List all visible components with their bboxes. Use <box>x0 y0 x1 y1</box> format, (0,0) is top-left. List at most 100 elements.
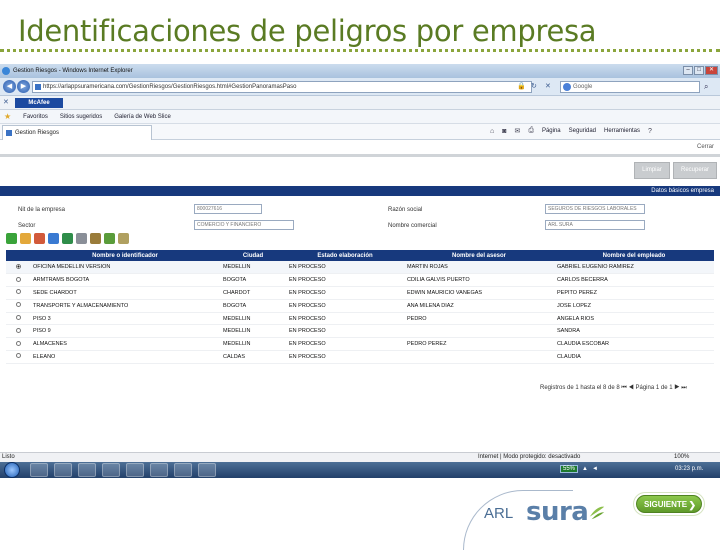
taskbar-word-icon[interactable] <box>174 463 192 477</box>
row-radio-button[interactable] <box>15 302 21 308</box>
search-icon[interactable]: ⌕ <box>704 82 708 92</box>
table-row[interactable]: ALMACENES MEDELLIN EN PROCESO PEDRO PEREZ CL… <box>6 337 714 352</box>
table-row[interactable]: ARMTRAMS BOGOTA BOGOTA EN PROCESO CDILIA GA… <box>6 273 714 288</box>
copy-icon[interactable] <box>118 233 129 244</box>
battery-indicator[interactable]: 55% <box>560 465 579 473</box>
list-icon[interactable] <box>76 233 87 244</box>
table-cell: EN PROCESO <box>286 312 404 326</box>
clear-button[interactable]: Limpiar <box>634 162 670 179</box>
table-row[interactable]: SEDE CHARDOT CHARDOT EN PROCESO EDWIN MAURI… <box>6 286 714 300</box>
sector-field[interactable]: COMERCIO Y FINANCIERO <box>194 220 294 230</box>
volume-icon[interactable]: ◄ <box>592 466 598 472</box>
taskbar-ie-icon[interactable] <box>30 463 48 477</box>
nombre-comercial-label: Nombre comercial <box>388 223 437 229</box>
search-placeholder: Google <box>573 84 593 90</box>
table-cell: PEDRO PEREZ <box>404 337 554 352</box>
chevron-right-icon: ❯ <box>688 500 696 510</box>
stop-icon[interactable]: ✕ <box>545 82 551 90</box>
table-row[interactable]: PISO 9 MEDELLIN EN PROCESO SANDRA <box>6 324 714 339</box>
export-icon[interactable] <box>104 233 115 244</box>
add-icon[interactable] <box>6 233 17 244</box>
mcafee-toolbar: ✕ McAfee <box>0 96 720 110</box>
row-radio-button[interactable] <box>15 327 21 333</box>
forward-button[interactable]: ▶ <box>17 80 30 93</box>
start-button[interactable] <box>4 462 20 478</box>
document-icon[interactable] <box>34 233 45 244</box>
search-input[interactable]: Google <box>560 81 700 93</box>
edit-icon[interactable] <box>20 233 31 244</box>
network-icon[interactable]: ▲ <box>582 466 588 472</box>
table-row[interactable]: ELEANO CALDAS EN PROCESO CLAUDIA <box>6 350 714 364</box>
table-cell: CALDAS <box>220 350 286 364</box>
address-bar-row: ◀ ▶ https://arlappsuramericana.com/Gesti… <box>0 78 720 96</box>
favorites-bar: ★ Favoritos Sitios sugeridos Galería de … <box>0 110 720 124</box>
row-radio-button[interactable] <box>15 353 21 359</box>
address-input[interactable]: https://arlappsuramericana.com/GestionRi… <box>32 81 532 93</box>
maximize-button[interactable]: □ <box>694 66 704 75</box>
table-row[interactable]: PISO 3 MEDELLIN EN PROCESO PEDRO ANGELA RIOS <box>6 312 714 326</box>
row-radio-button[interactable] <box>15 263 21 269</box>
taskbar-media-icon[interactable] <box>78 463 96 477</box>
table-cell: PEPITO PEREZ <box>554 286 714 300</box>
mail-icon[interactable]: ✉ <box>514 127 520 135</box>
help-icon[interactable]: ? <box>648 128 652 135</box>
razon-social-field[interactable]: SEGUROS DE RIESGOS LABORALES <box>545 204 645 214</box>
report-icon[interactable] <box>90 233 101 244</box>
table-row[interactable]: OFICINA MEDELLIN VERSION MEDELLIN EN PROCE… <box>6 261 714 275</box>
last-page-icon[interactable]: ⏭ <box>681 385 686 391</box>
row-select-cell <box>6 324 30 339</box>
suggested-sites-link[interactable]: Sitios sugeridos <box>60 114 102 120</box>
refresh-icon[interactable]: ↻ <box>531 82 537 90</box>
next-button[interactable]: SIGUIENTE ❯ <box>636 495 702 513</box>
column-header: Nombre del asesor <box>404 250 554 261</box>
web-slice-gallery-link[interactable]: Galería de Web Slice <box>114 114 171 120</box>
prev-page-icon[interactable]: ◀ <box>628 385 635 391</box>
retrieve-button[interactable]: Recuperar <box>673 162 717 179</box>
favorites-button[interactable]: Favoritos <box>23 114 48 120</box>
table-cell: PEDRO <box>404 312 554 326</box>
taskbar-excel-icon[interactable] <box>150 463 168 477</box>
excel-icon[interactable] <box>62 233 73 244</box>
first-page-icon[interactable]: ⏮ <box>621 385 626 391</box>
taskbar-powerpoint-icon[interactable] <box>126 463 144 477</box>
clock[interactable]: 03:23 p.m. <box>675 466 703 472</box>
lock-icon[interactable]: 🔒 <box>517 82 526 90</box>
back-button[interactable]: ◀ <box>3 80 16 93</box>
table-cell: ARMTRAMS BOGOTA <box>30 273 220 288</box>
feeds-icon[interactable]: ◙ <box>502 128 506 135</box>
taskbar-chrome-icon[interactable] <box>102 463 120 477</box>
mcafee-button[interactable]: McAfee <box>15 98 63 108</box>
close-link[interactable]: Cerrar <box>697 144 714 150</box>
column-header: Nombre o identificador <box>30 250 220 261</box>
home-icon[interactable]: ⌂ <box>490 128 494 135</box>
security-menu[interactable]: Seguridad <box>569 128 596 134</box>
system-tray: 55% ▲ ◄ <box>560 465 598 473</box>
table-cell: MEDELLIN <box>220 324 286 339</box>
window-titlebar: Gestion Riesgos - Windows Internet Explo… <box>0 64 720 78</box>
close-window-button[interactable]: ✕ <box>705 66 718 75</box>
browser-screenshot: Gestion Riesgos - Windows Internet Explo… <box>0 64 720 478</box>
favorites-star-icon[interactable]: ★ <box>4 112 11 121</box>
nombre-comercial-field[interactable]: ARL SURA <box>545 220 645 230</box>
row-radio-button[interactable] <box>15 276 21 282</box>
print-icon[interactable]: ⎙ <box>528 127 534 135</box>
page-menu[interactable]: Página <box>542 128 561 134</box>
slide-title: Identificaciones de peligros por empresa <box>18 14 597 48</box>
minimize-button[interactable]: – <box>683 66 693 75</box>
taskbar-app-icon[interactable] <box>198 463 216 477</box>
row-radio-button[interactable] <box>15 340 21 346</box>
row-radio-button[interactable] <box>15 315 21 321</box>
taskbar-explorer-icon[interactable] <box>54 463 72 477</box>
tools-menu[interactable]: Herramientas <box>604 128 640 134</box>
row-select-cell <box>6 299 30 313</box>
row-radio-button[interactable] <box>15 289 21 295</box>
zoom-level[interactable]: 100% <box>674 454 689 460</box>
close-toolbar-icon[interactable]: ✕ <box>3 98 9 106</box>
refresh-data-icon[interactable] <box>48 233 59 244</box>
next-page-icon[interactable]: ▶ <box>674 385 679 391</box>
tab-gestion-riesgos[interactable]: Gestion Riesgos <box>2 125 152 140</box>
table-cell: CHARDOT <box>220 286 286 300</box>
risk-table: Nombre o identificador Ciudad Estado ela… <box>6 250 714 364</box>
table-row[interactable]: TRANSPORTE Y ALMACENAMIENTO BOGOTA EN PROC… <box>6 299 714 313</box>
nit-field[interactable]: 800027616 <box>194 204 262 214</box>
